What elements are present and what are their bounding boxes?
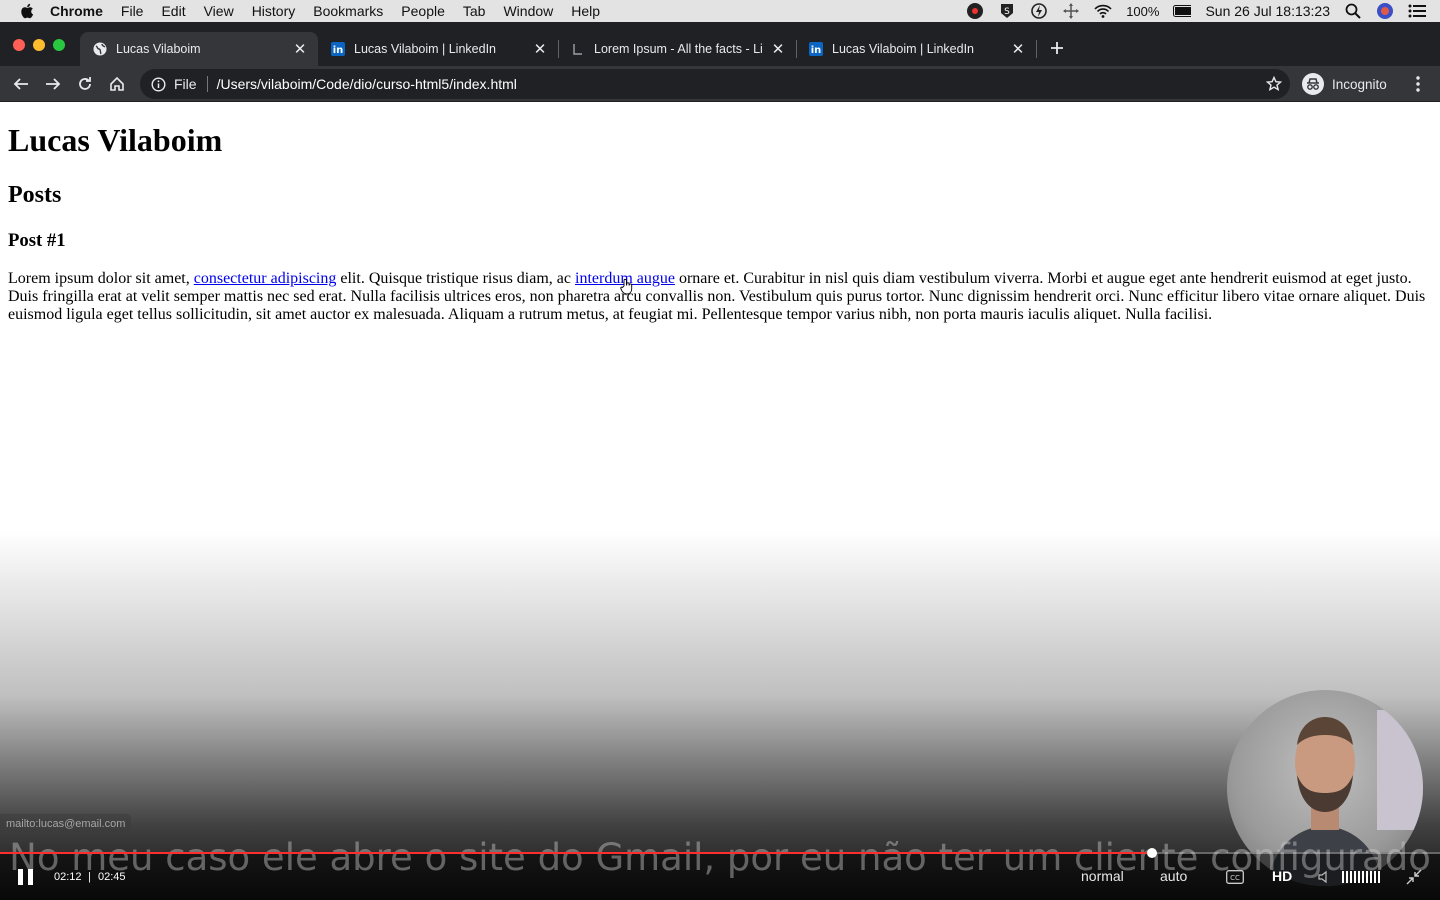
notification-center-icon[interactable] bbox=[1408, 2, 1426, 20]
svg-text:CC: CC bbox=[1230, 874, 1240, 882]
lorem-icon bbox=[570, 41, 586, 57]
tab-separator bbox=[1036, 40, 1037, 58]
pause-icon[interactable] bbox=[16, 867, 36, 887]
bookmark-star-icon[interactable] bbox=[1265, 75, 1283, 92]
forward-arrow-icon[interactable] bbox=[42, 73, 64, 95]
hand-pointer-cursor-icon bbox=[620, 278, 633, 295]
close-tab-icon[interactable]: ✕ bbox=[292, 41, 308, 58]
menu-tab[interactable]: Tab bbox=[463, 0, 486, 22]
info-circle-icon[interactable] bbox=[150, 76, 166, 92]
shield-s-icon[interactable]: S bbox=[998, 2, 1016, 20]
tab-linkedin-2[interactable]: in Lucas Vilaboim | LinkedIn ✕ bbox=[796, 33, 1036, 65]
quality-auto-button[interactable]: auto bbox=[1160, 868, 1187, 884]
spotlight-search-icon[interactable] bbox=[1344, 2, 1362, 20]
linkedin-icon: in bbox=[808, 41, 824, 57]
video-progress-knob[interactable] bbox=[1147, 848, 1157, 858]
menu-file[interactable]: File bbox=[121, 0, 144, 22]
paragraph-text: elit. Quisque tristique risus diam, ac bbox=[336, 270, 575, 287]
menu-bookmarks[interactable]: Bookmarks bbox=[313, 0, 383, 22]
video-progress-fill bbox=[0, 852, 1152, 854]
chrome-toolbar: File /Users/vilaboim/Code/dio/curso-html… bbox=[0, 66, 1440, 102]
menu-people[interactable]: People bbox=[401, 0, 445, 22]
tab-title: Lucas Vilaboim | LinkedIn bbox=[832, 42, 974, 56]
address-bar[interactable]: File /Users/vilaboim/Code/dio/curso-html… bbox=[140, 69, 1290, 99]
close-tab-icon[interactable]: ✕ bbox=[532, 41, 548, 58]
tab-lucas-vilaboim[interactable]: Lucas Vilaboim ✕ bbox=[80, 32, 318, 66]
home-icon[interactable] bbox=[106, 73, 128, 95]
tab-title: Lucas Vilaboim | LinkedIn bbox=[354, 42, 496, 56]
apple-icon[interactable] bbox=[18, 2, 36, 20]
back-arrow-icon[interactable] bbox=[10, 73, 32, 95]
svg-text:in: in bbox=[811, 45, 822, 56]
battery-percent: 100% bbox=[1126, 3, 1160, 19]
incognito-profile-button[interactable]: Incognito bbox=[1302, 71, 1387, 97]
tab-title: Lucas Vilaboim bbox=[116, 42, 201, 56]
close-tab-icon[interactable]: ✕ bbox=[770, 41, 786, 58]
menu-history[interactable]: History bbox=[252, 0, 296, 22]
new-tab-plus-icon[interactable] bbox=[1046, 37, 1068, 59]
url-divider bbox=[206, 76, 208, 92]
camera-app-icon[interactable] bbox=[966, 2, 984, 20]
hd-toggle-button[interactable]: HD bbox=[1272, 868, 1292, 884]
move-icon[interactable] bbox=[1062, 2, 1080, 20]
bolt-circle-icon[interactable] bbox=[1030, 2, 1048, 20]
globe-icon bbox=[92, 41, 108, 57]
more-menu-icon[interactable] bbox=[1408, 73, 1428, 95]
battery-icon[interactable] bbox=[1173, 2, 1192, 20]
video-duration: 02:45 bbox=[98, 871, 126, 883]
tab-linkedin-1[interactable]: in Lucas Vilaboim | LinkedIn ✕ bbox=[318, 33, 558, 65]
video-current-time: 02:12 bbox=[54, 871, 82, 883]
playback-speed-button[interactable]: normal bbox=[1081, 868, 1124, 884]
incognito-icon bbox=[1302, 73, 1324, 95]
tab-lorem-ipsum[interactable]: Lorem Ipsum - All the facts - Li ✕ bbox=[558, 33, 796, 65]
reload-icon[interactable] bbox=[74, 73, 96, 95]
url-scheme-label: File bbox=[174, 76, 197, 92]
wifi-icon[interactable] bbox=[1094, 2, 1112, 20]
exit-fullscreen-icon[interactable] bbox=[1406, 868, 1422, 886]
window-close-button[interactable] bbox=[13, 39, 25, 51]
linkedin-icon: in bbox=[330, 41, 346, 57]
svg-text:S: S bbox=[1004, 7, 1010, 17]
user-avatar-icon[interactable] bbox=[1376, 2, 1394, 20]
time-separator: | bbox=[88, 871, 91, 883]
video-subtitle: No meu caso ele abre o site do Gmail, po… bbox=[9, 836, 1431, 879]
post-paragraph: Lorem ipsum dolor sit amet, consectetur … bbox=[8, 270, 1432, 324]
menu-window[interactable]: Window bbox=[503, 0, 553, 22]
closed-captions-icon[interactable]: CC bbox=[1226, 868, 1244, 886]
svg-text:in: in bbox=[333, 45, 344, 56]
paragraph-text: Lorem ipsum dolor sit amet, bbox=[8, 270, 194, 287]
window-zoom-button[interactable] bbox=[53, 39, 65, 51]
link-consectetur[interactable]: consectetur adipiscing bbox=[194, 270, 337, 287]
volume-speaker-icon[interactable] bbox=[1318, 868, 1332, 886]
volume-level-bars[interactable] bbox=[1342, 868, 1382, 886]
post-title: Post #1 bbox=[8, 230, 66, 251]
macos-menubar: Chrome File Edit View History Bookmarks … bbox=[0, 0, 1440, 22]
status-bar-url: mailto:lucas@email.com bbox=[0, 814, 132, 834]
close-tab-icon[interactable]: ✕ bbox=[1010, 41, 1026, 58]
url-text[interactable]: /Users/vilaboim/Code/dio/curso-html5/ind… bbox=[217, 76, 517, 92]
menu-help[interactable]: Help bbox=[571, 0, 600, 22]
incognito-label: Incognito bbox=[1332, 76, 1387, 92]
window-minimize-button[interactable] bbox=[33, 39, 45, 51]
menu-edit[interactable]: Edit bbox=[161, 0, 185, 22]
menubar-status-area: S 100% Sun 26 Jul 18:13:23 bbox=[966, 0, 1426, 22]
menu-view[interactable]: View bbox=[204, 0, 234, 22]
posts-heading: Posts bbox=[8, 182, 62, 208]
tab-title: Lorem Ipsum - All the facts - Li bbox=[594, 42, 763, 56]
page-heading: Lucas Vilaboim bbox=[8, 122, 223, 158]
menubar-clock[interactable]: Sun 26 Jul 18:13:23 bbox=[1205, 3, 1330, 19]
menu-app-chrome[interactable]: Chrome bbox=[50, 0, 103, 22]
